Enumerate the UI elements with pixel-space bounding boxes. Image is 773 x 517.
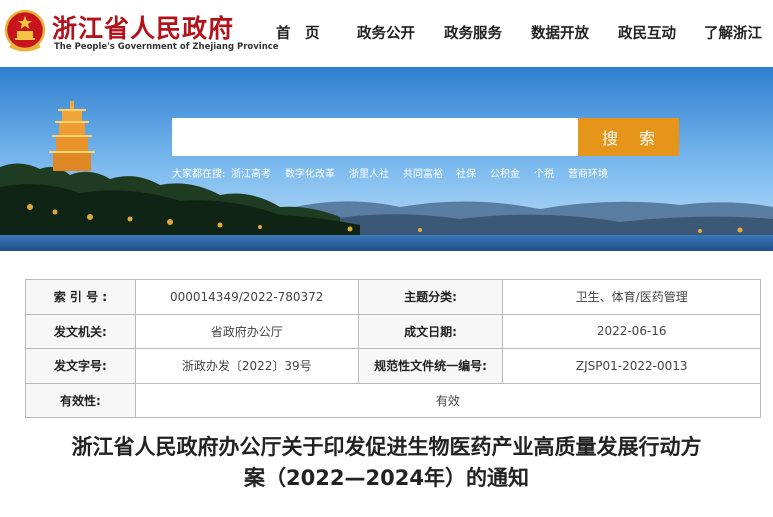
document-title: 浙江省人民政府办公厅关于印发促进生物医药产业高质量发展行动方 案（2022—20… [14,432,759,494]
hot-search-term[interactable]: 浙里人社 [349,165,389,180]
nav-item-gov-affairs[interactable]: 政务公开 [357,22,415,43]
meta-label: 规范性文件统一编号: [357,348,504,384]
meta-value: 浙政办发〔2022〕39号 [134,348,359,384]
hot-search-term[interactable]: 个税 [534,165,554,180]
hot-search-term[interactable]: 数字化改革 [285,165,335,180]
site-header: 浙江省人民政府 The People's Government of Zheji… [0,0,773,67]
document-title-line: 浙江省人民政府办公厅关于印发促进生物医药产业高质量发展行动方 [71,435,702,459]
meta-label: 发文字号: [25,348,136,384]
table-row: 发文字号: 浙政办发〔2022〕39号 规范性文件统一编号: ZJSP01-20… [25,348,761,384]
hot-search-term[interactable]: 公积金 [490,165,520,180]
meta-value: 000014349/2022-780372 [134,279,359,315]
nav-item-home[interactable]: 首 页 [276,22,320,43]
meta-value: ZJSP01-2022-0013 [502,348,761,384]
search-input[interactable] [172,118,578,156]
nav-item-gov-services[interactable]: 政务服务 [444,22,502,43]
meta-label: 成文日期: [357,313,504,349]
nav-item-open-data[interactable]: 数据开放 [531,22,589,43]
document-title-line: 案（2022—2024年）的通知 [244,466,529,490]
site-logo-subtitle: The People's Government of Zhejiang Prov… [54,42,279,52]
meta-label: 发文机关: [25,313,136,349]
meta-value: 卫生、体育/医药管理 [502,279,761,315]
table-row: 有效性: 有效 [25,382,762,418]
hot-search-term[interactable]: 社保 [456,165,476,180]
meta-label: 有效性: [25,382,136,418]
nav-item-about-zhejiang[interactable]: 了解浙江 [704,22,762,43]
meta-value: 有效 [134,382,762,418]
hot-search-term[interactable]: 共同富裕 [403,165,443,180]
site-logo-title[interactable]: 浙江省人民政府 [52,9,234,45]
meta-value: 省政府办公厅 [134,313,359,349]
meta-label: 主题分类: [357,279,504,315]
nav-item-interaction[interactable]: 政民互动 [618,22,676,43]
table-row: 索 引 号 : 000014349/2022-780372 主题分类: 卫生、体… [25,279,761,315]
hero-banner: 搜 索 大家都在搜: 浙江高考 数字化改革 浙里人社 共同富裕 社保 公积金 个… [0,67,773,251]
hot-search-term[interactable]: 营商环境 [568,165,608,180]
hot-search-label: 大家都在搜: [172,169,226,180]
search-button[interactable]: 搜 索 [578,118,679,156]
document-meta-table: 索 引 号 : 000014349/2022-780372 主题分类: 卫生、体… [25,279,762,418]
meta-label: 索 引 号 : [25,279,136,315]
table-row: 发文机关: 省政府办公厅 成文日期: 2022-06-16 [25,313,761,349]
westlake-scenery-image [0,67,773,251]
meta-value: 2022-06-16 [502,313,761,349]
hot-search-term[interactable]: 浙江高考 [231,165,271,180]
national-emblem-icon[interactable] [4,8,46,54]
